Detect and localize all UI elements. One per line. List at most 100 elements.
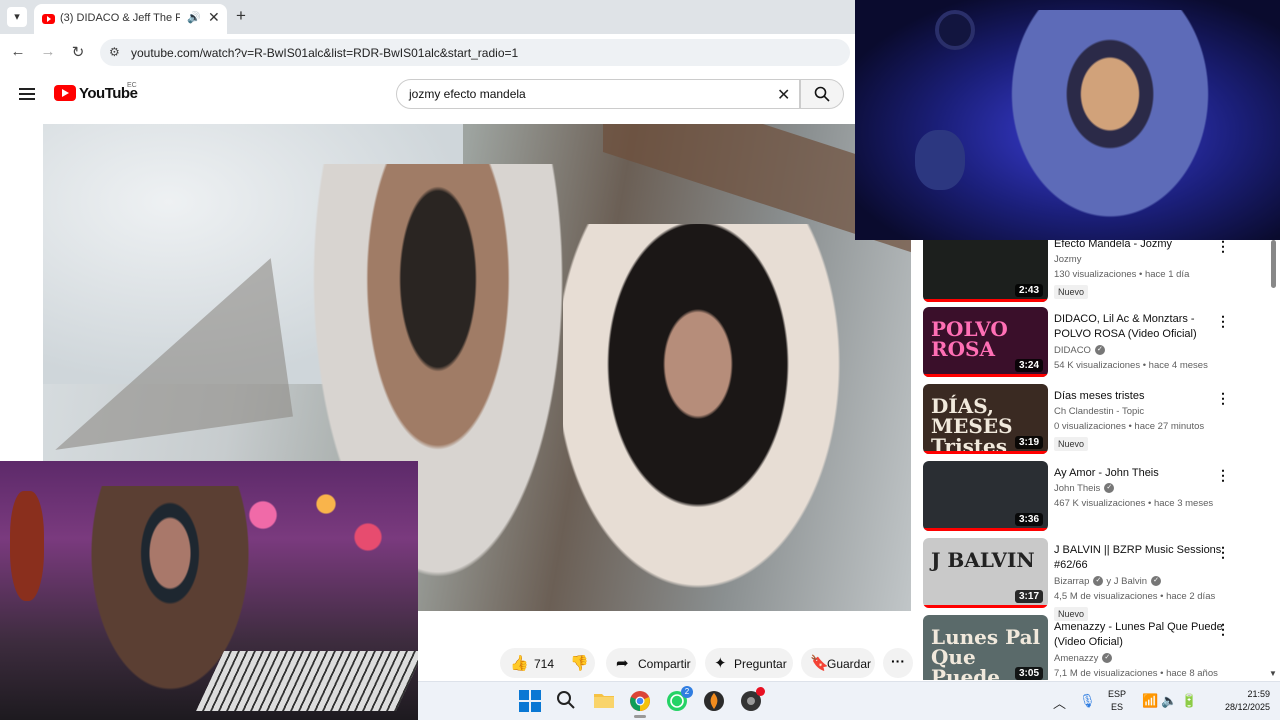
like-dislike-group: 👍 714 👎 [500, 648, 595, 678]
watch-progress-bar [923, 299, 1048, 302]
channel-label: Jozmy [1054, 254, 1082, 265]
speaker-icon[interactable]: 🔊 [187, 11, 201, 24]
recommendation-title[interactable]: Efecto Mandela - Jozmy [1054, 240, 1229, 252]
chevron-up-icon[interactable]: ︿ [1053, 693, 1066, 712]
more-options-icon[interactable]: ⋮ [1216, 467, 1230, 484]
channel-label: John Theis [1054, 483, 1101, 494]
recommendation-title[interactable]: Amenazzy - Lunes Pal Que Puede (Video Of… [1054, 620, 1229, 650]
app-flame-icon[interactable] [703, 690, 725, 712]
site-info-icon[interactable]: ⚙ [109, 45, 120, 59]
watch-progress-bar [923, 605, 1048, 608]
menu-icon[interactable] [19, 88, 35, 100]
language-bottom[interactable]: ES [1106, 702, 1128, 712]
search-input[interactable]: jozmy efecto mandela ✕ [396, 79, 800, 109]
recommendation-item[interactable]: J BALVIN 3:17 J BALVIN || BZRP Music Sessi… [923, 538, 1263, 621]
youtube-logo-icon[interactable] [54, 85, 76, 101]
recommendations-sidebar: 2:43 Efecto Mandela - Jozmy Jozmy 130 visua… [918, 240, 1268, 680]
app-record-icon[interactable] [740, 687, 765, 712]
ask-button[interactable]: ✦ Preguntar [705, 648, 793, 678]
more-options-icon[interactable]: ⋮ [1216, 544, 1230, 561]
channel-name[interactable]: John Theis ✓ [1054, 483, 1115, 494]
webcam-overlay-top [855, 0, 1280, 240]
channel-name[interactable]: Ch Clandestin - Topic [1054, 406, 1144, 417]
channel-label: Ch Clandestin - Topic [1054, 406, 1145, 417]
duration-badge: 3:17 [1014, 590, 1043, 603]
forward-icon[interactable]: → [38, 43, 58, 60]
chrome-icon[interactable] [629, 690, 651, 718]
screen: ▾ (3) DIDACO & Jeff The Prod 🔊 ✕ + ← → ↻… [0, 0, 1280, 720]
ask-label: Preguntar [734, 657, 787, 671]
video-thumbnail[interactable]: Lunes Pal Que Puede 3:05 [923, 615, 1048, 680]
address-bar: ← → ↻ ⚙ youtube.com/watch?v=R-BwIS01alc&… [0, 34, 855, 71]
url-text: youtube.com/watch?v=R-BwIS01alc&list=RDR… [131, 46, 519, 60]
channel-name[interactable]: Bizarrap ✓ y J Balvin ✓ [1054, 576, 1162, 587]
duration-badge: 2:43 [1014, 284, 1043, 297]
new-badge: Nuevo [1054, 437, 1089, 451]
whatsapp-icon[interactable]: 2 [666, 686, 693, 712]
tab-search-dropdown-icon[interactable]: ▾ [7, 7, 27, 27]
sparkle-icon: ✦ [714, 655, 727, 672]
like-icon[interactable]: 👍 [510, 654, 529, 672]
recommendation-title[interactable]: Días meses tristes [1054, 389, 1229, 404]
dislike-icon[interactable]: 👎 [570, 654, 589, 672]
duration-badge: 3:19 [1014, 436, 1043, 449]
more-actions-button[interactable]: ··· [883, 648, 913, 678]
wifi-icon[interactable]: 📶 [1142, 693, 1158, 709]
new-tab-icon[interactable]: + [236, 6, 246, 26]
url-field[interactable]: ⚙ youtube.com/watch?v=R-BwIS01alc&list=R… [100, 39, 850, 66]
channel-name[interactable]: DIDACO ✓ [1054, 345, 1105, 356]
clock-time[interactable]: 21:59 [1210, 689, 1270, 699]
recommendation-title[interactable]: J BALVIN || BZRP Music Sessions #62/66 [1054, 543, 1229, 573]
notification-badge: 2 [681, 686, 693, 698]
share-icon: ➦ [616, 655, 629, 672]
webcam-overlay-bottom [0, 461, 418, 720]
windows-start-icon[interactable] [519, 690, 541, 712]
recommendation-item[interactable]: POLVO ROSA 3:24 DIDACO, Lil Ac & Monztars … [923, 307, 1263, 379]
youtube-favicon-icon [42, 14, 55, 24]
recommendation-item[interactable]: Lunes Pal Que Puede 3:05 Amenazzy - Lunes … [923, 615, 1263, 680]
clear-search-icon[interactable]: ✕ [777, 85, 790, 105]
reload-icon[interactable]: ↻ [68, 43, 88, 61]
scroll-down-icon[interactable]: ▼ [1269, 669, 1277, 678]
back-icon[interactable]: ← [8, 43, 28, 60]
browser-tab-strip: ▾ (3) DIDACO & Jeff The Prod 🔊 ✕ + [0, 0, 855, 34]
search-icon [814, 86, 830, 102]
scrollbar-thumb[interactable] [1271, 240, 1276, 288]
video-thumbnail[interactable]: POLVO ROSA 3:24 [923, 307, 1048, 377]
like-count[interactable]: 714 [534, 657, 554, 671]
more-options-icon[interactable]: ⋮ [1216, 621, 1230, 638]
more-options-icon[interactable]: ⋮ [1216, 313, 1230, 330]
clock-date[interactable]: 28/12/2025 [1210, 702, 1270, 712]
sidebar-scrollbar[interactable]: ▼ [1268, 240, 1280, 680]
video-thumbnail[interactable]: 3:36 [923, 461, 1048, 531]
video-thumbnail[interactable]: 2:43 [923, 240, 1048, 302]
more-options-icon[interactable]: ⋮ [1216, 390, 1230, 407]
tab-title: (3) DIDACO & Jeff The Prod [60, 12, 180, 24]
recommendation-title[interactable]: Ay Amor - John Theis [1054, 466, 1229, 481]
more-options-icon[interactable]: ⋮ [1216, 240, 1230, 255]
channel-name[interactable]: Jozmy [1054, 254, 1081, 265]
video-thumbnail[interactable]: DÍAS, MESES Tristes 3:19 [923, 384, 1048, 454]
search-button[interactable] [800, 79, 844, 109]
thumbnail-text: POLVO ROSA [931, 317, 1008, 361]
browser-tab[interactable]: (3) DIDACO & Jeff The Prod 🔊 ✕ [34, 4, 227, 34]
language-top[interactable]: ESP [1106, 689, 1128, 699]
close-tab-icon[interactable]: ✕ [208, 9, 220, 26]
volume-icon[interactable]: 🔈 [1161, 693, 1177, 709]
youtube-header: YouTube EC jozmy efecto mandela ✕ [0, 71, 855, 123]
recommendation-item[interactable]: DÍAS, MESES Tristes 3:19 Días meses triste… [923, 384, 1263, 456]
view-count-and-age: 0 visualizaciones • hace 27 minutos [1054, 421, 1205, 432]
recommendation-item[interactable]: 2:43 Efecto Mandela - Jozmy Jozmy 130 visua… [923, 240, 1263, 304]
channel-name[interactable]: Amenazzy ✓ [1054, 653, 1113, 664]
file-explorer-icon[interactable] [593, 690, 615, 712]
battery-icon[interactable]: 🔋 [1181, 693, 1197, 709]
video-thumbnail[interactable]: J BALVIN 3:17 [923, 538, 1048, 608]
view-count-and-age: 7,1 M de visualizaciones • hace 8 años [1054, 668, 1218, 679]
recommendation-title[interactable]: DIDACO, Lil Ac & Monztars - POLVO ROSA (… [1054, 312, 1229, 342]
search-icon[interactable] [556, 690, 578, 712]
webcam-skull-figure [915, 130, 965, 190]
microphone-icon[interactable]: 🎙 [1079, 693, 1096, 709]
recommendation-item[interactable]: 3:36 Ay Amor - John Theis John Theis ✓ 467 K… [923, 461, 1263, 533]
save-button[interactable]: 🔖 Guardar [801, 648, 875, 678]
share-button[interactable]: ➦ Compartir [606, 648, 696, 678]
